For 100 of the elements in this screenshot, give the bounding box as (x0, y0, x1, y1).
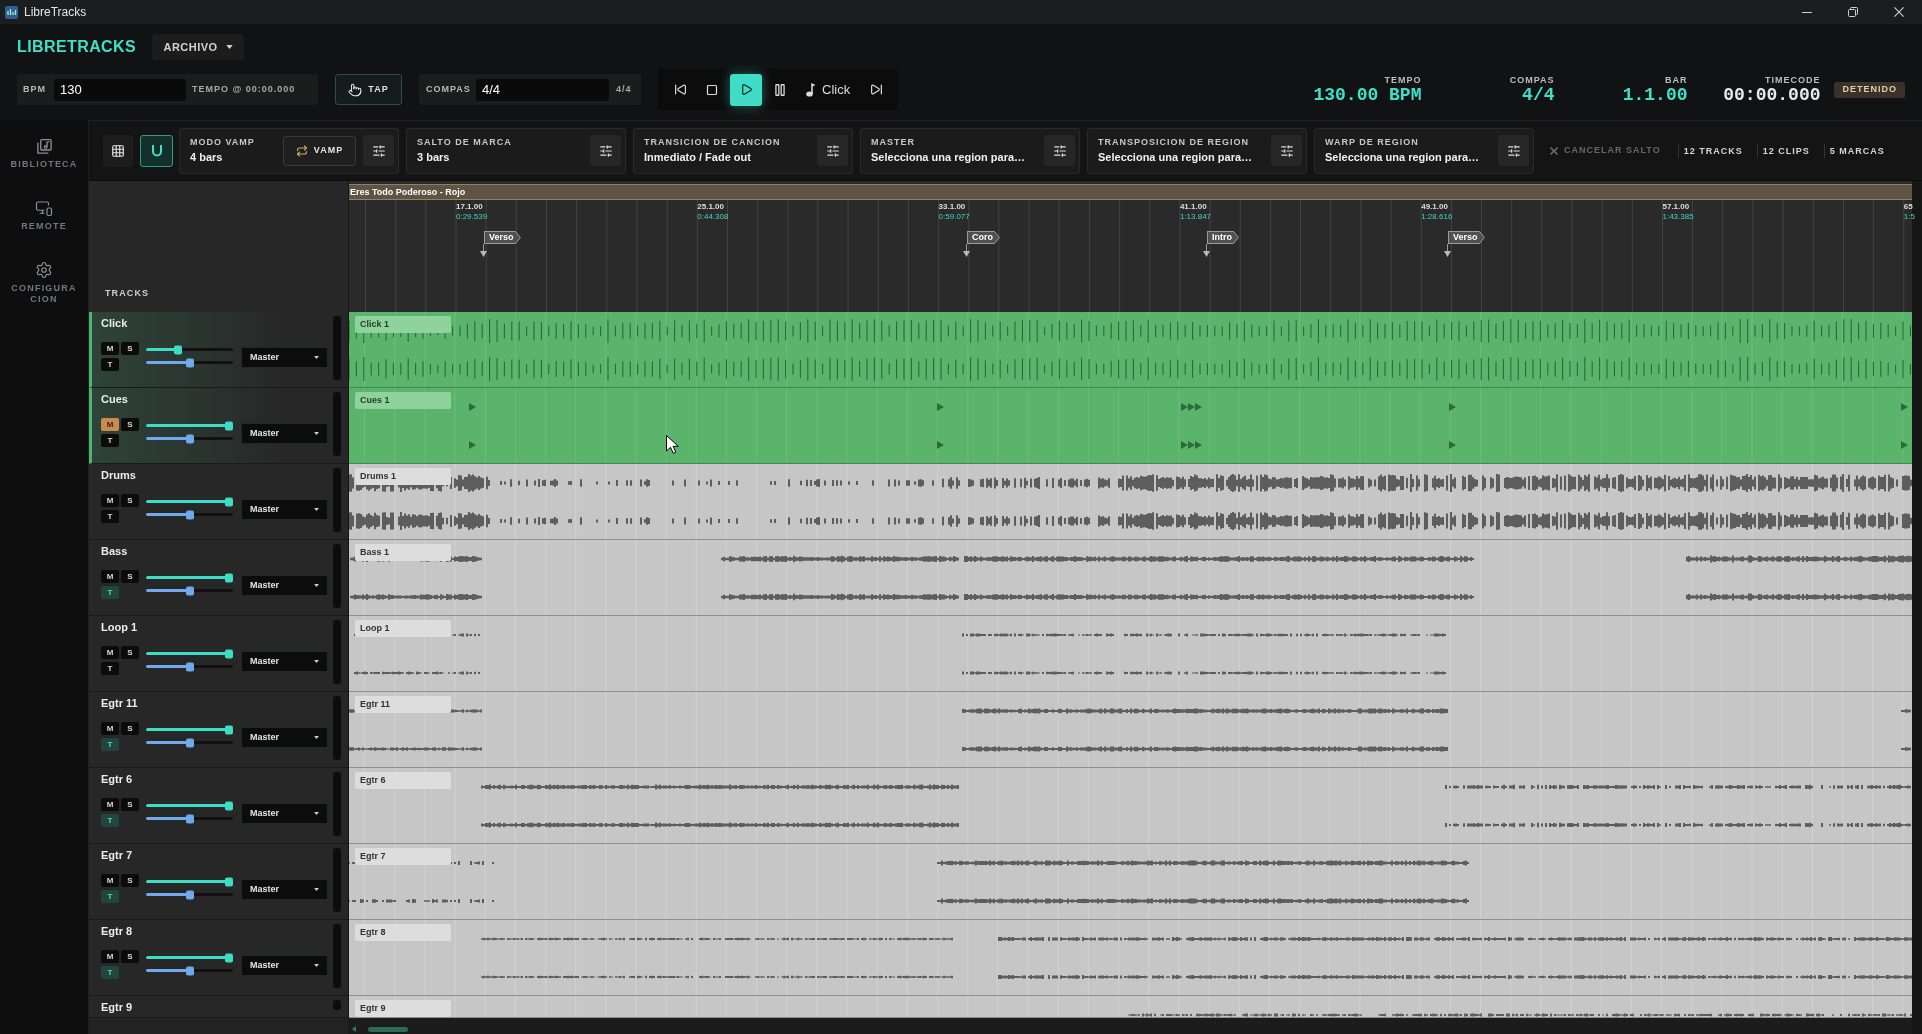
mute-button[interactable]: M (101, 494, 119, 507)
track-header[interactable]: Egtr 7 M S T Master (89, 844, 348, 920)
toggle-button[interactable]: T (101, 966, 119, 979)
audio-clip[interactable]: Egtr 8 (349, 920, 1912, 996)
sidebar-item[interactable]: CONFIGURACION (9, 261, 79, 305)
volume-thumb[interactable] (224, 421, 233, 430)
pan-thumb[interactable] (185, 358, 194, 367)
output-dropdown[interactable]: Master (241, 955, 328, 976)
solo-button[interactable]: S (121, 798, 139, 811)
settings-button[interactable] (590, 135, 621, 166)
volume-thumb[interactable] (224, 877, 233, 886)
pan-slider[interactable] (146, 969, 233, 972)
menu-button[interactable]: ARCHIVO (152, 34, 245, 60)
volume-slider[interactable] (146, 348, 233, 351)
toggle-button[interactable]: T (101, 510, 119, 523)
pan-thumb[interactable] (185, 966, 194, 975)
grid-toggle[interactable] (103, 134, 133, 167)
track-header[interactable]: Click M S T Master (89, 312, 348, 388)
audio-clip[interactable]: Bass 1 (349, 540, 1912, 616)
toggle-button[interactable]: T (101, 662, 119, 675)
pan-slider[interactable] (146, 893, 233, 896)
toggle-button[interactable]: T (101, 358, 119, 371)
audio-clip[interactable]: Click 1 (349, 312, 1912, 388)
audio-clip[interactable]: Egtr 9 (349, 996, 1912, 1018)
output-dropdown[interactable]: Master (241, 423, 328, 444)
output-dropdown[interactable]: Master (241, 651, 328, 672)
solo-button[interactable]: S (121, 570, 139, 583)
audio-clip[interactable]: Drums 1 (349, 464, 1912, 540)
toggle-button[interactable]: T (101, 890, 119, 903)
output-dropdown[interactable]: Master (241, 879, 328, 900)
track-header[interactable]: Egtr 9 (89, 996, 348, 1018)
pan-thumb[interactable] (185, 890, 194, 899)
pan-slider[interactable] (146, 437, 233, 440)
pan-slider[interactable] (146, 741, 233, 744)
track-header[interactable]: Drums M S T Master (89, 464, 348, 540)
song-region[interactable]: Eres Todo Poderoso - Rojo (349, 184, 1912, 200)
mute-button[interactable]: M (101, 570, 119, 583)
pan-slider[interactable] (146, 361, 233, 364)
pan-slider[interactable] (146, 589, 233, 592)
toggle-button[interactable]: T (101, 434, 119, 447)
output-dropdown[interactable]: Master (241, 575, 328, 596)
settings-button[interactable] (817, 135, 848, 166)
solo-button[interactable]: S (121, 494, 139, 507)
output-dropdown[interactable]: Master (241, 347, 328, 368)
audio-clip[interactable]: Loop 1 (349, 616, 1912, 692)
solo-button[interactable]: S (121, 646, 139, 659)
track-header[interactable]: Bass M S T Master (89, 540, 348, 616)
track-header[interactable]: Egtr 11 M S T Master (89, 692, 348, 768)
click-toggle-button[interactable]: Click (798, 73, 859, 106)
mute-button[interactable]: M (101, 342, 119, 355)
settings-button[interactable] (363, 135, 394, 166)
solo-button[interactable]: S (121, 950, 139, 963)
pan-slider[interactable] (146, 513, 233, 516)
snap-toggle[interactable] (140, 134, 173, 167)
settings-button[interactable] (1271, 135, 1302, 166)
toggle-button[interactable]: T (101, 738, 119, 751)
track-header[interactable]: Cues M S T Master (89, 388, 348, 464)
volume-thumb[interactable] (224, 801, 233, 810)
play-button[interactable] (730, 73, 762, 106)
solo-button[interactable]: S (121, 418, 139, 431)
volume-thumb[interactable] (174, 345, 183, 354)
audio-clip[interactable]: Egtr 6 (349, 768, 1912, 844)
pan-thumb[interactable] (185, 434, 194, 443)
track-header[interactable]: Egtr 8 M S T Master (89, 920, 348, 996)
pan-thumb[interactable] (185, 510, 194, 519)
pan-slider[interactable] (146, 817, 233, 820)
horizontal-scrollbar[interactable] (348, 1018, 1912, 1034)
sidebar-item[interactable]: REMOTE (9, 199, 79, 232)
toggle-button[interactable]: T (101, 586, 119, 599)
output-dropdown[interactable]: Master (241, 727, 328, 748)
vamp-button[interactable]: VAMP (283, 135, 356, 166)
volume-thumb[interactable] (224, 725, 233, 734)
sidebar-item[interactable]: BIBLIOTECA (9, 138, 79, 170)
pan-thumb[interactable] (185, 586, 194, 595)
meter-field[interactable]: 4/4 (476, 78, 609, 101)
audio-clip[interactable]: Egtr 11 (349, 692, 1912, 768)
volume-thumb[interactable] (224, 953, 233, 962)
audio-clip[interactable]: Egtr 7 (349, 844, 1912, 920)
solo-button[interactable]: S (121, 722, 139, 735)
mute-button[interactable]: M (101, 722, 119, 735)
pan-thumb[interactable] (185, 814, 194, 823)
settings-button[interactable] (1044, 135, 1075, 166)
track-header[interactable]: Loop 1 M S T Master (89, 616, 348, 692)
solo-button[interactable]: S (121, 874, 139, 887)
output-dropdown[interactable]: Master (241, 499, 328, 520)
mute-button[interactable]: M (101, 646, 119, 659)
bpm-field[interactable]: 130 (54, 78, 186, 101)
track-header[interactable]: Egtr 6 M S T Master (89, 768, 348, 844)
scrollbar-thumb[interactable] (368, 1027, 408, 1032)
mute-button[interactable]: M (101, 950, 119, 963)
mute-button[interactable]: M (101, 418, 119, 431)
mute-button[interactable]: M (101, 874, 119, 887)
volume-thumb[interactable] (224, 649, 233, 658)
solo-button[interactable]: S (121, 342, 139, 355)
volume-thumb[interactable] (224, 573, 233, 582)
settings-button[interactable] (1498, 135, 1529, 166)
pan-thumb[interactable] (185, 662, 194, 671)
toggle-button[interactable]: T (101, 814, 119, 827)
pan-thumb[interactable] (185, 738, 194, 747)
mute-button[interactable]: M (101, 798, 119, 811)
